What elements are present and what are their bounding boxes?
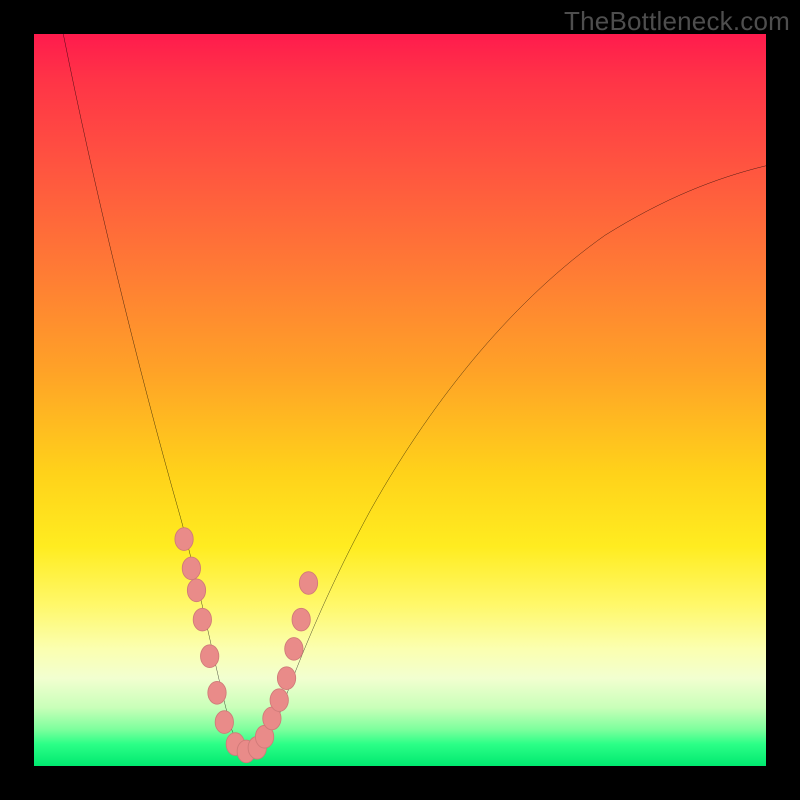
- chart-frame: TheBottleneck.com: [0, 0, 800, 800]
- marker-dot: [193, 608, 211, 631]
- marker-dot: [175, 528, 193, 551]
- marker-dot: [215, 711, 233, 734]
- watermark-text: TheBottleneck.com: [564, 6, 790, 37]
- marker-dot: [182, 557, 200, 580]
- marker-dot: [277, 667, 295, 690]
- marker-dot: [187, 579, 205, 602]
- marker-dot: [201, 645, 219, 668]
- marker-dot: [285, 638, 303, 661]
- marker-dot: [292, 608, 310, 631]
- plot-area: [34, 34, 766, 766]
- marker-group: [175, 528, 318, 763]
- curve-layer: [34, 34, 766, 766]
- marker-dot: [270, 689, 288, 712]
- marker-dot: [299, 572, 317, 595]
- marker-dot: [208, 681, 226, 704]
- bottleneck-curve: [63, 34, 766, 751]
